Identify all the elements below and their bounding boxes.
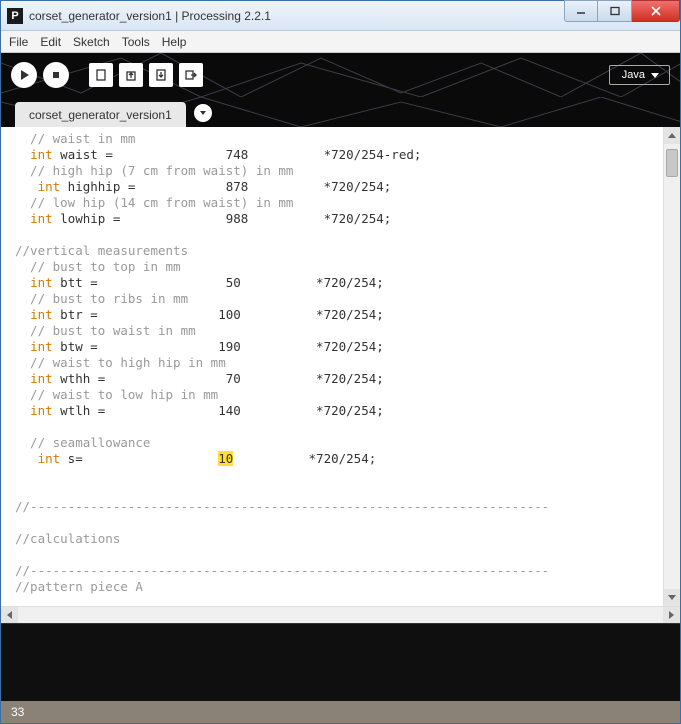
scroll-right-icon[interactable] — [663, 607, 680, 623]
line-number: 33 — [11, 705, 24, 719]
tab-menu-button[interactable] — [194, 104, 212, 122]
scroll-thumb[interactable] — [666, 149, 678, 177]
menu-help[interactable]: Help — [162, 35, 187, 49]
vertical-scrollbar[interactable] — [663, 127, 680, 606]
menu-edit[interactable]: Edit — [40, 35, 61, 49]
new-button[interactable] — [89, 63, 113, 87]
run-button[interactable] — [11, 62, 37, 88]
close-button[interactable] — [632, 0, 680, 22]
app-icon: P — [7, 8, 23, 24]
scroll-left-icon[interactable] — [1, 607, 18, 623]
editor: // waist in mm int waist = 748 *720/254-… — [1, 127, 680, 723]
menu-file[interactable]: File — [9, 35, 28, 49]
tab-sketch[interactable]: corset_generator_version1 — [15, 102, 186, 127]
menu-tools[interactable]: Tools — [122, 35, 150, 49]
window-title: corset_generator_version1 | Processing 2… — [29, 9, 564, 23]
status-bar: 33 — [1, 701, 680, 723]
mode-label: Java — [622, 69, 645, 81]
scroll-down-icon[interactable] — [664, 589, 680, 606]
tabbar: corset_generator_version1 — [1, 97, 680, 127]
menubar: File Edit Sketch Tools Help — [1, 31, 680, 53]
toolbar: Java — [1, 53, 680, 97]
stop-button[interactable] — [43, 62, 69, 88]
scroll-up-icon[interactable] — [664, 127, 680, 144]
mode-selector[interactable]: Java — [609, 65, 670, 85]
save-button[interactable] — [149, 63, 173, 87]
minimize-button[interactable] — [564, 0, 598, 22]
titlebar[interactable]: P corset_generator_version1 | Processing… — [1, 1, 680, 31]
main-window: P corset_generator_version1 | Processing… — [0, 0, 681, 724]
code-editor[interactable]: // waist in mm int waist = 748 *720/254-… — [1, 127, 663, 606]
highlighted-text: 10 — [218, 451, 233, 466]
horizontal-scrollbar[interactable] — [1, 606, 680, 623]
maximize-button[interactable] — [598, 0, 632, 22]
open-button[interactable] — [119, 63, 143, 87]
console-panel[interactable] — [1, 623, 680, 701]
export-button[interactable] — [179, 63, 203, 87]
menu-sketch[interactable]: Sketch — [73, 35, 110, 49]
chevron-down-icon — [651, 73, 659, 78]
